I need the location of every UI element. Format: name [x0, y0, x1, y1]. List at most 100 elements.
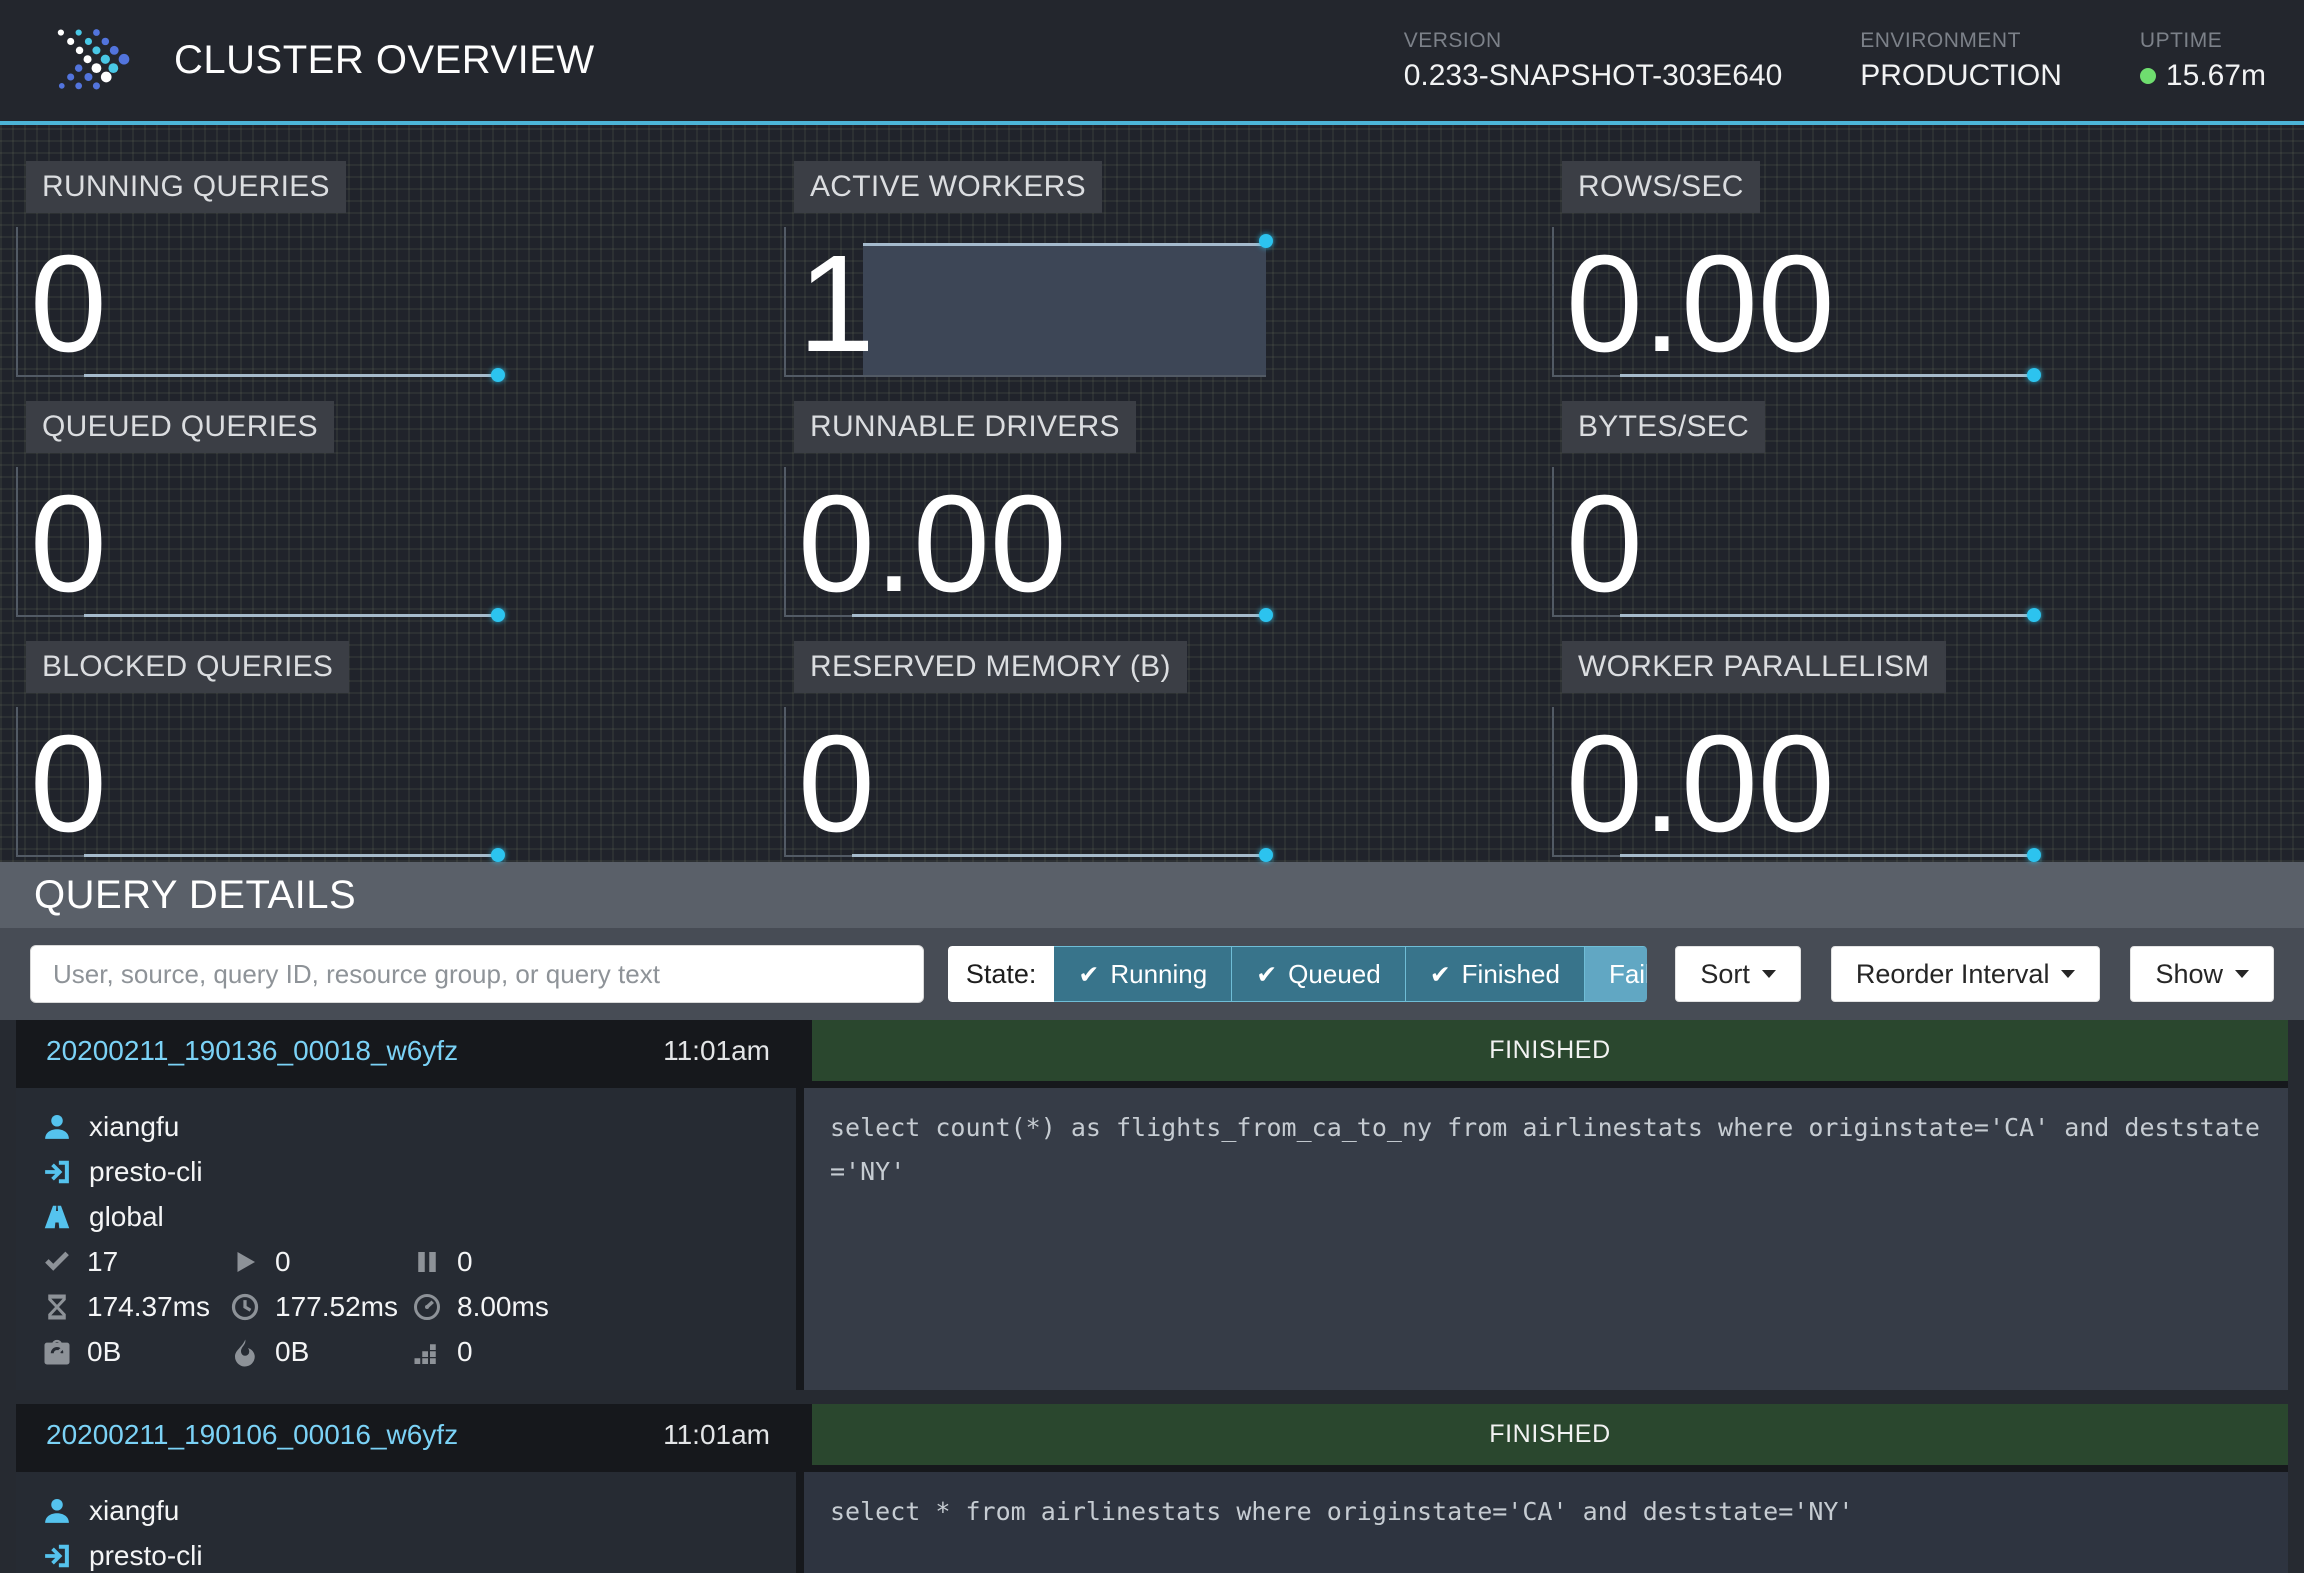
query-source-line: presto-cli [42, 1149, 796, 1194]
sparkline-chart: 0 [16, 227, 498, 377]
tile-label: ACTIVE WORKERS [794, 161, 1102, 213]
fire-icon [230, 1337, 260, 1367]
uptime-status-dot-icon [2140, 68, 2156, 84]
environment-label: ENVIRONMENT [1860, 29, 2062, 53]
tile-value: 0 [798, 715, 875, 853]
tile-value: 0 [30, 235, 107, 373]
query-id-link[interactable]: 20200211_190136_00018_w6yfz [46, 1035, 458, 1067]
query-filter-toolbar: State: ✔ Running ✔ Queued ✔ Finished Fai… [0, 928, 2304, 1020]
query-user: xiangfu [89, 1495, 179, 1527]
running-splits-stat: 0 [230, 1239, 412, 1284]
query-stat-grid: 17 0 0 [42, 1239, 796, 1374]
query-list: 20200211_190136_00018_w6yfz 11:01am FINI… [0, 1020, 2304, 1573]
road-icon [42, 1202, 72, 1232]
sparkline-endpoint-dot [491, 608, 505, 622]
query-details-title: QUERY DETAILS [34, 873, 356, 918]
query-id-link[interactable]: 20200211_190106_00016_w6yfz [46, 1419, 458, 1451]
tile-value: 1 [798, 235, 875, 373]
query-resource-group-line: global [42, 1194, 796, 1239]
query-row-header: 20200211_190106_00016_w6yfz 11:01am FINI… [16, 1404, 2288, 1465]
tile-label: QUEUED QUERIES [26, 401, 334, 453]
area-fill [863, 243, 1266, 375]
tile-queued-queries: QUEUED QUERIES 0 [16, 381, 752, 621]
tile-bytes-per-sec: BYTES/SEC 0 [1552, 381, 2288, 621]
sort-dropdown-button[interactable]: Sort [1675, 946, 1801, 1002]
tile-active-workers: ACTIVE WORKERS 1 [784, 141, 1520, 381]
sparkline-endpoint-dot [1259, 848, 1273, 862]
query-row-body: xiangfu presto-cli global [16, 1081, 2288, 1390]
reorder-interval-dropdown-button[interactable]: Reorder Interval [1831, 946, 2101, 1002]
state-filter-finished[interactable]: ✔ Finished [1406, 946, 1585, 1002]
cumulative-memory-stat: 0B [230, 1329, 412, 1374]
completed-splits-value: 17 [87, 1246, 118, 1278]
gauge-icon [412, 1292, 442, 1322]
elapsed-time-stat: 177.52ms [230, 1284, 412, 1329]
query-user-line: xiangfu [42, 1488, 796, 1533]
sparkline-chart: 0 [784, 707, 1266, 857]
state-filter-running-label: Running [1110, 959, 1207, 990]
environment-value: PRODUCTION [1860, 59, 2062, 93]
query-state-badge: FINISHED [812, 1020, 2288, 1081]
sparkline-endpoint-dot [1259, 234, 1273, 248]
state-filter-label: State: [948, 946, 1055, 1002]
query-time: 11:01am [663, 1035, 770, 1067]
state-filter-failed-label: Failed [1609, 959, 1647, 990]
sparkline [84, 614, 499, 617]
state-filter-running[interactable]: ✔ Running [1054, 946, 1232, 1002]
tile-reserved-memory: RESERVED MEMORY (B) 0 [784, 621, 1520, 861]
tile-label: WORKER PARALLELISM [1562, 641, 1946, 693]
scale-icon [42, 1337, 72, 1367]
tile-value: 0.00 [1566, 715, 1835, 853]
check-icon: ✔ [1078, 960, 1099, 989]
tile-value: 0.00 [798, 475, 1067, 613]
search-input[interactable] [30, 945, 924, 1003]
sparkline-endpoint-dot [1259, 608, 1273, 622]
query-text: select * from airlinestats where origins… [804, 1472, 2288, 1573]
wall-time-stat: 174.37ms [42, 1284, 230, 1329]
query-id-cell: 20200211_190106_00016_w6yfz 11:01am [16, 1404, 804, 1465]
cumulative-splits-value: 0 [457, 1336, 473, 1368]
state-filter-queued[interactable]: ✔ Queued [1232, 946, 1405, 1002]
query-id-cell: 20200211_190136_00018_w6yfz 11:01am [16, 1020, 804, 1081]
current-memory-value: 0B [87, 1336, 121, 1368]
tile-value: 0.00 [1566, 235, 1835, 373]
show-dropdown-button[interactable]: Show [2130, 946, 2274, 1002]
wall-time-value: 174.37ms [87, 1291, 210, 1323]
version-label: VERSION [1404, 29, 1783, 53]
sparkline-chart: 0.00 [1552, 707, 2034, 857]
query-stats-panel: xiangfu presto-cli global [16, 1088, 796, 1390]
user-icon [42, 1496, 72, 1526]
clock-icon [230, 1292, 260, 1322]
uptime-value-wrap: 15.67m [2140, 59, 2266, 93]
state-filter-failed-dropdown[interactable]: Failed [1585, 946, 1647, 1002]
uptime-block: UPTIME 15.67m [2140, 29, 2266, 93]
show-button-label: Show [2155, 959, 2223, 990]
query-resource-group: global [89, 1201, 164, 1233]
tile-worker-parallelism: WORKER PARALLELISM 0.00 [1552, 621, 2288, 861]
state-filter-group: State: ✔ Running ✔ Queued ✔ Finished Fai… [948, 946, 1647, 1002]
sparkline [1620, 614, 2035, 617]
completed-splits-stat: 17 [42, 1239, 230, 1284]
chevron-down-icon [2061, 970, 2075, 978]
sparkline-endpoint-dot [2027, 368, 2041, 382]
page-title: CLUSTER OVERVIEW [174, 38, 595, 83]
app-header: CLUSTER OVERVIEW VERSION 0.233-SNAPSHOT-… [0, 0, 2304, 125]
tile-value: 0 [30, 475, 107, 613]
cpu-time-value: 8.00ms [457, 1291, 549, 1323]
sparkline-chart: 0 [1552, 467, 2034, 617]
query-row: 20200211_190136_00018_w6yfz 11:01am FINI… [16, 1020, 2288, 1390]
query-user: xiangfu [89, 1111, 179, 1143]
sort-button-label: Sort [1700, 959, 1750, 990]
sparkline-endpoint-dot [491, 848, 505, 862]
tile-rows-per-sec: ROWS/SEC 0.00 [1552, 141, 2288, 381]
sign-in-icon [42, 1541, 72, 1571]
presto-logo-icon [52, 21, 132, 101]
blocks-chart-icon [412, 1337, 442, 1367]
queued-splits-stat: 0 [412, 1239, 796, 1284]
chevron-down-icon [2235, 970, 2249, 978]
tile-running-queries: RUNNING QUERIES 0 [16, 141, 752, 381]
state-filter-finished-label: Finished [1462, 959, 1560, 990]
cumulative-splits-stat: 0 [412, 1329, 796, 1374]
sign-in-icon [42, 1157, 72, 1187]
tile-runnable-drivers: RUNNABLE DRIVERS 0.00 [784, 381, 1520, 621]
